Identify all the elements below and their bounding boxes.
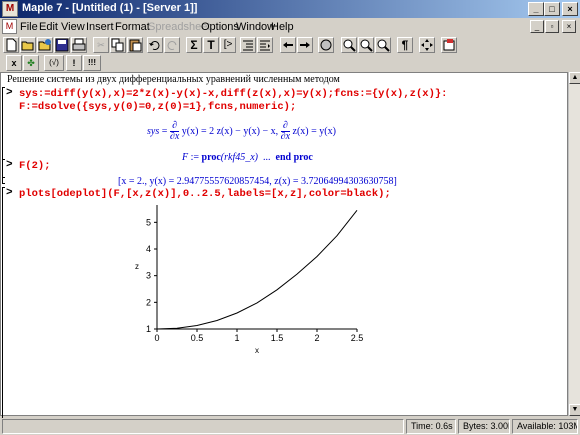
doc-restore-icon[interactable]: ▫ [545, 20, 559, 33]
paragraph-icon[interactable]: ¶ [397, 37, 413, 53]
close-button[interactable]: × [562, 2, 578, 16]
math-input-icon[interactable]: [> [220, 37, 236, 53]
insert-execution-group-icon[interactable] [240, 37, 256, 53]
output-f2-result: [x = 2., y(x) = 2.94775557620857454, z(x… [118, 176, 397, 187]
copy-icon[interactable] [110, 37, 126, 53]
menu-bar: M File Edit View Insert Format Spreadshe… [0, 18, 580, 36]
menu-options[interactable]: Options [201, 21, 239, 33]
execute-all-icon[interactable]: !!! [83, 55, 101, 71]
redo-icon[interactable] [164, 37, 180, 53]
maximize-button[interactable]: □ [544, 2, 560, 16]
status-time: Time: 0.6s [406, 419, 456, 434]
zoom-200-icon[interactable] [358, 37, 374, 53]
x-tick-label: 0 [154, 333, 159, 343]
input-line-1[interactable]: sys:=diff(y(x),x)=2*z(x)-y(x)-x,diff(z(x… [19, 88, 447, 100]
indent-icon[interactable] [257, 37, 273, 53]
doc-close-icon[interactable]: × [562, 20, 576, 33]
input-prompt-2: > [6, 159, 13, 171]
print-icon[interactable] [71, 37, 87, 53]
open-url-icon[interactable] [37, 37, 53, 53]
expand-icon[interactable] [419, 37, 435, 53]
y-tick-label: 3 [146, 271, 151, 281]
menu-file[interactable]: File [20, 21, 38, 33]
window-title: Maple 7 - [Untitled (1) - [Server 1]] [22, 2, 198, 14]
menu-format[interactable]: Format [115, 21, 150, 33]
menu-insert[interactable]: Insert [86, 21, 114, 33]
paste-icon[interactable] [127, 37, 143, 53]
output-f: F := proc(rkf45_x) ... end proc [182, 152, 313, 163]
delete-icon[interactable]: x [6, 55, 22, 71]
zoom-100-icon[interactable] [341, 37, 357, 53]
x-tick-label: 0.5 [191, 333, 204, 343]
text-icon[interactable]: T [203, 37, 219, 53]
status-available: Available: 103M [512, 419, 578, 434]
forward-icon[interactable] [297, 37, 313, 53]
cut-icon[interactable]: ✂ [93, 37, 109, 53]
status-bar: Time: 0.6s Bytes: 3.00M Available: 103M [0, 418, 580, 435]
context-toolbar: x ✤ (√) ! !!! [0, 54, 580, 72]
undo-icon[interactable] [147, 37, 163, 53]
new-document-icon[interactable] [3, 37, 19, 53]
main-toolbar: ✂ Σ T [> ¶ [0, 36, 580, 54]
open-icon[interactable] [20, 37, 36, 53]
execute-current-icon[interactable]: ! [66, 55, 82, 71]
x-tick-label: 1.5 [271, 333, 284, 343]
y-tick-label: 5 [146, 217, 151, 227]
output-sys: sys = ∂ ∂x y(x) = 2 z(x) − y(x) − x, ∂ ∂x … [147, 120, 336, 142]
doc-minimize-icon[interactable]: _ [530, 20, 544, 33]
x-tick-label: 2.5 [351, 333, 364, 343]
scroll-down-icon[interactable]: ▼ [569, 404, 580, 416]
status-message [2, 419, 404, 434]
status-bytes: Bytes: 3.00M [458, 419, 510, 434]
menu-help[interactable]: Help [271, 21, 294, 33]
y-tick-label: 1 [146, 324, 151, 334]
input-f2[interactable]: F(2); [19, 160, 51, 172]
vertical-scrollbar[interactable]: ▲ ▼ [568, 72, 580, 416]
stop-icon[interactable] [318, 37, 334, 53]
execute-icon[interactable]: ✤ [23, 55, 39, 71]
document-icon[interactable]: M [2, 19, 17, 34]
scroll-up-icon[interactable]: ▲ [569, 72, 580, 84]
restart-icon[interactable] [441, 37, 457, 53]
back-icon[interactable] [280, 37, 296, 53]
zoom-400-icon[interactable] [375, 37, 391, 53]
input-prompt-3: > [6, 187, 13, 199]
x-tick-label: 1 [234, 333, 239, 343]
sigma-icon[interactable]: Σ [186, 37, 202, 53]
series-line-z [156, 209, 358, 330]
x-tick-label: 2 [314, 333, 319, 343]
save-icon[interactable] [54, 37, 70, 53]
y-tick-label: 4 [146, 244, 151, 254]
menu-window[interactable]: Window [236, 21, 275, 33]
comment-text: Решение системы из двух дифференциальных… [7, 74, 340, 85]
maple-app-icon[interactable]: M [2, 1, 18, 17]
execution-group-bracket-2[interactable] [2, 159, 5, 184]
input-line-2[interactable]: F:=dsolve({sys,y(0)=0,z(0)=1},fcns,numer… [19, 101, 296, 113]
menu-view[interactable]: View [61, 21, 85, 33]
y-tick-label: 2 [146, 297, 151, 307]
worksheet[interactable]: Решение системы из двух дифференциальных… [0, 72, 568, 419]
x-axis-label: x [255, 346, 259, 355]
math-mode-icon[interactable]: (√) [44, 55, 64, 71]
execution-group-bracket-3[interactable] [2, 187, 5, 419]
title-bar: M Maple 7 - [Untitled (1) - [Server 1]] … [0, 0, 580, 18]
minimize-button[interactable]: _ [528, 2, 544, 16]
menu-edit[interactable]: Edit [39, 21, 58, 33]
input-prompt: > [6, 87, 13, 99]
y-axis-label: z [135, 262, 139, 271]
odeplot-chart[interactable]: 0 0.5 1 1.5 2 2.5 1 2 3 4 5 x z [121, 197, 381, 357]
